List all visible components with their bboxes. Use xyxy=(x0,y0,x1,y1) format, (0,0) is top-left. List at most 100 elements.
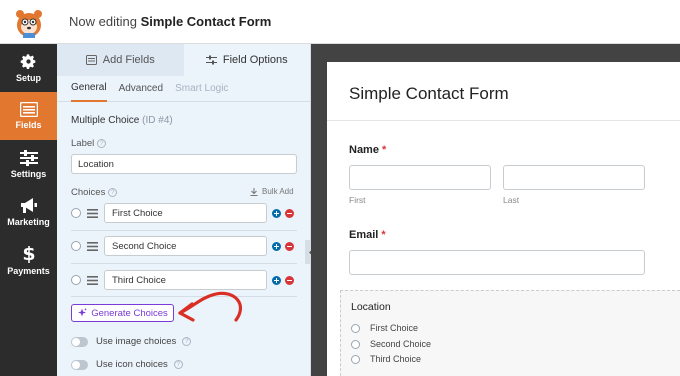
divider xyxy=(71,263,297,264)
nav-item-fields[interactable]: Fields xyxy=(0,92,57,140)
email-input[interactable] xyxy=(349,250,645,275)
image-choices-toggle[interactable] xyxy=(71,336,88,347)
top-bar: Now editing Simple Contact Form xyxy=(0,0,680,44)
choice-row: Second Choice xyxy=(71,232,299,260)
location-option-label: Third Choice xyxy=(370,354,422,364)
add-choice-icon[interactable] xyxy=(272,275,281,285)
form-preview-title: Simple Contact Form xyxy=(349,84,509,103)
svg-text:$: $ xyxy=(22,244,35,263)
nav-label-marketing: Marketing xyxy=(7,217,50,227)
email-label: Email * xyxy=(349,229,386,241)
tab-field-options-label: Field Options xyxy=(222,54,288,66)
drag-handle-icon[interactable] xyxy=(87,241,98,251)
required-mark: * xyxy=(381,229,386,241)
nav-label-settings: Settings xyxy=(10,168,47,179)
sliders-icon xyxy=(205,55,217,65)
image-choices-label: Use image choices xyxy=(96,336,177,347)
choice-default-radio[interactable] xyxy=(71,241,81,251)
download-icon xyxy=(250,187,258,196)
form-preview: Simple Contact Form Name * First Last Em… xyxy=(327,62,680,376)
tab-field-options[interactable]: Field Options xyxy=(183,44,310,76)
remove-choice-icon[interactable] xyxy=(285,208,294,218)
choices-caption: Choices? xyxy=(71,187,118,198)
location-option-label: Second Choice xyxy=(370,339,432,349)
drag-handle-icon[interactable] xyxy=(87,208,98,218)
remove-choice-icon[interactable] xyxy=(285,241,294,251)
nav-item-settings[interactable]: Settings xyxy=(0,140,57,188)
location-radio[interactable] xyxy=(351,339,360,349)
location-radio[interactable] xyxy=(351,323,360,333)
nav-item-payments[interactable]: $ Payments xyxy=(0,236,57,284)
subtab-general[interactable]: General xyxy=(71,75,107,102)
field-type-name: Multiple Choice xyxy=(71,115,140,126)
panel-tabs: Add Fields Field Options xyxy=(57,44,310,76)
location-radio[interactable] xyxy=(351,354,360,364)
location-field-preview[interactable]: Location First Choice Second Choice Thir… xyxy=(340,290,680,376)
wpforms-logo-icon[interactable] xyxy=(0,0,57,44)
choice-row: First Choice xyxy=(71,199,299,227)
icon-choices-toggle[interactable] xyxy=(71,359,88,370)
generate-choices-label: Generate Choices xyxy=(91,307,168,319)
label-caption-text: Label xyxy=(71,138,95,149)
location-option-label: First Choice xyxy=(370,323,419,333)
divider xyxy=(71,230,297,231)
nav-item-setup[interactable]: Setup xyxy=(0,44,57,92)
megaphone-icon xyxy=(20,198,37,213)
divider xyxy=(327,120,680,121)
nav-label-fields: Fields xyxy=(15,120,42,130)
dollar-icon: $ xyxy=(22,244,35,263)
icon-choices-toggle-row: Use icon choices ? xyxy=(71,359,183,370)
field-options-subtabs: General Advanced Smart Logic xyxy=(57,76,310,102)
fields-list-icon xyxy=(19,102,38,117)
left-nav: Setup Fields Settings Marketing $ Paymen… xyxy=(0,44,57,376)
remove-choice-icon[interactable] xyxy=(285,275,294,285)
email-label-text: Email xyxy=(349,229,379,241)
location-option: Second Choice xyxy=(351,339,431,349)
subtab-advanced[interactable]: Advanced xyxy=(119,76,163,101)
help-icon[interactable]: ? xyxy=(108,187,118,197)
choice-default-radio[interactable] xyxy=(71,208,81,218)
help-icon[interactable]: ? xyxy=(97,138,107,148)
subtab-smart-logic[interactable]: Smart Logic xyxy=(175,76,228,101)
editing-prefix: Now editing xyxy=(69,14,137,29)
first-sublabel: First xyxy=(349,195,366,205)
nav-label-setup: Setup xyxy=(15,73,41,83)
nav-label-payments: Payments xyxy=(7,266,50,276)
required-mark: * xyxy=(382,144,387,156)
field-heading: Multiple Choice (ID #4) xyxy=(71,115,173,126)
gear-icon xyxy=(20,54,36,69)
nav-item-marketing[interactable]: Marketing xyxy=(0,188,57,236)
tab-add-fields[interactable]: Add Fields xyxy=(57,44,184,76)
add-fields-icon xyxy=(85,55,97,65)
add-choice-icon[interactable] xyxy=(272,241,281,251)
choice-default-radio[interactable] xyxy=(71,275,81,285)
bulk-add-label: Bulk Add xyxy=(262,187,294,196)
last-name-input[interactable] xyxy=(503,165,645,190)
label-caption: Label? xyxy=(71,138,107,149)
icon-choices-label: Use icon choices xyxy=(96,359,168,370)
choices-caption-text: Choices xyxy=(71,187,106,198)
help-icon[interactable]: ? xyxy=(182,337,192,346)
tab-add-fields-label: Add Fields xyxy=(102,54,155,66)
name-label-text: Name xyxy=(349,144,379,156)
annotation-arrow-icon xyxy=(178,291,243,322)
image-choices-toggle-row: Use image choices ? xyxy=(71,336,192,347)
form-name: Simple Contact Form xyxy=(140,14,272,29)
last-sublabel: Last xyxy=(503,195,520,205)
location-option: First Choice xyxy=(351,323,418,333)
field-id: (ID #4) xyxy=(142,115,173,126)
location-label: Location xyxy=(351,301,391,313)
drag-handle-icon[interactable] xyxy=(87,275,98,285)
sliders-icon xyxy=(19,149,38,166)
help-icon[interactable]: ? xyxy=(173,360,183,369)
bulk-add-button[interactable]: Bulk Add xyxy=(250,187,294,196)
location-option: Third Choice xyxy=(351,354,421,364)
sparkle-icon xyxy=(78,308,88,317)
generate-choices-button[interactable]: Generate Choices xyxy=(71,304,174,322)
editing-title: Now editing Simple Contact Form xyxy=(69,14,271,29)
choice-input[interactable]: First Choice xyxy=(104,203,267,223)
choice-input[interactable]: Second Choice xyxy=(104,236,267,256)
add-choice-icon[interactable] xyxy=(272,208,281,218)
label-field[interactable]: Location xyxy=(71,154,297,174)
first-name-input[interactable] xyxy=(349,165,491,190)
